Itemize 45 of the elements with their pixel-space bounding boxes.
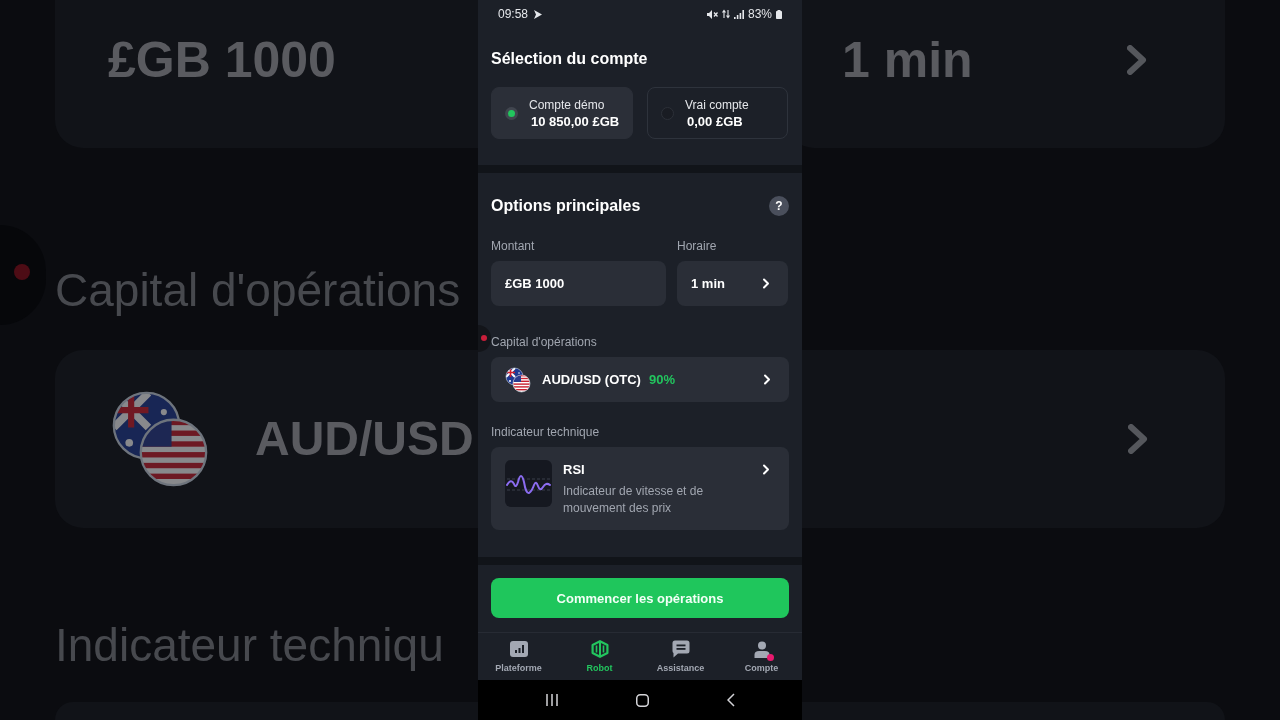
mute-icon [706,9,718,19]
signal-icon [733,9,744,19]
wave-chart-icon [505,460,552,507]
help-button[interactable]: ? [769,196,789,216]
nav-tab[interactable]: Assistance [640,633,721,680]
chevron-icon [1127,45,1147,75]
battery-percent: 83% [747,7,772,21]
back-icon [726,693,735,707]
amount-field[interactable]: £GB 1000 [491,261,666,306]
person-icon [753,640,770,658]
chevron-icon [763,374,771,385]
status-time: 09:58 [498,7,529,21]
indicator-label: Indicateur techniqu [55,618,444,673]
section-title: Options principales [491,196,641,216]
asset-name-text: AUD/USD [255,411,474,467]
flags-icon [110,389,210,489]
field-label: Indicateur technique [491,424,600,440]
hexagon-icon [590,640,609,658]
nav-tab[interactable]: Plateforme [478,633,559,680]
section-title: Sélection du compte [491,49,649,69]
recent-apps-icon [545,694,558,706]
flags-icon [505,366,531,393]
field-label: Montant [491,238,535,254]
amount-text: £GB 1000 [108,32,336,88]
account-option[interactable]: Vrai compte 0,00 £GB [647,87,788,139]
bar-chart-icon [509,641,528,657]
chat-bubble-icon [671,640,690,658]
play-icon [534,9,543,19]
asset-selector[interactable]: AUD/USD (OTC) 90% [491,357,789,402]
chevron-icon [1128,424,1148,454]
field-label: Capital d'opérations [491,334,597,350]
chevron-icon [762,464,770,475]
battery-icon [776,9,782,19]
data-arrows-icon [721,9,730,19]
chevron-icon [762,278,770,289]
radio-icon [505,106,518,120]
duration-selector[interactable]: 1 min [677,261,788,306]
indicator-card[interactable]: RSI Indicateur de vitesse et de mouvement des prix [491,447,789,530]
account-option[interactable]: Compte démo 10 850,00 £GB [491,87,633,139]
home-icon [635,693,649,707]
field-label: Horaire [677,238,717,254]
nav-tab[interactable]: Compte [721,633,802,680]
duration-text: 1 min [842,31,973,90]
asset-label: Capital d'opérations [55,263,461,318]
nav-tab[interactable]: Robot [559,633,640,680]
